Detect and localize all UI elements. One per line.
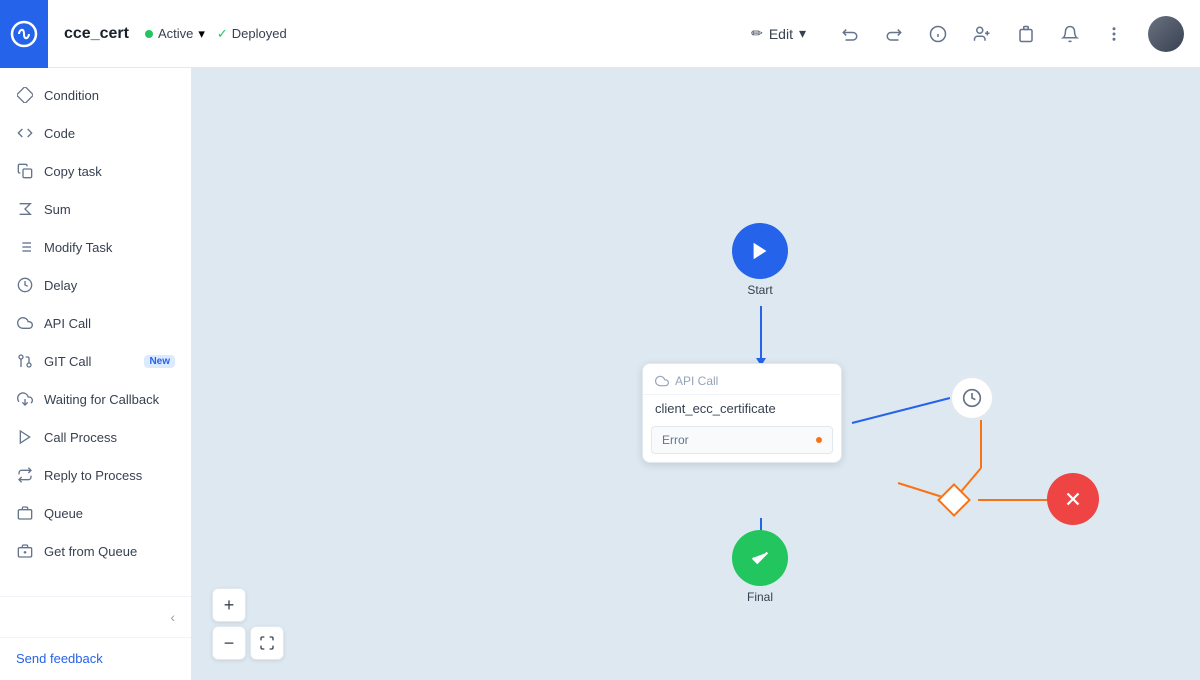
sidebar-item-sum[interactable]: Sum: [0, 190, 191, 228]
deployed-badge: ✓ Deployed: [217, 26, 287, 42]
app-title: cce_cert: [64, 25, 129, 43]
sidebar-item-label: Condition: [44, 88, 175, 103]
edit-icon: ✏: [751, 25, 763, 42]
sidebar-item-label: Get from Queue: [44, 544, 175, 559]
sidebar-item-label: Copy task: [44, 164, 175, 179]
modify-icon: [16, 238, 34, 256]
sidebar-items: Condition Code Copy task Sum: [0, 68, 191, 596]
new-badge: New: [144, 355, 175, 368]
git-call-icon: [16, 352, 34, 370]
code-icon: [16, 124, 34, 142]
sidebar-item-reply-process[interactable]: Reply to Process: [0, 456, 191, 494]
avatar[interactable]: [1148, 16, 1184, 52]
zoom-controls: + −: [212, 588, 284, 660]
copy-icon: [16, 162, 34, 180]
undo-button[interactable]: [832, 16, 868, 52]
zoom-in-button[interactable]: +: [212, 588, 246, 622]
sidebar-item-git-call[interactable]: GIT Call New: [0, 342, 191, 380]
redo-button[interactable]: [876, 16, 912, 52]
active-chevron: ▾: [198, 26, 205, 42]
queue-icon: [16, 504, 34, 522]
sidebar-item-label: GIT Call: [44, 354, 134, 369]
sidebar-item-condition[interactable]: Condition: [0, 76, 191, 114]
header-actions: [832, 16, 1184, 52]
start-label: Start: [747, 283, 772, 297]
sidebar-item-queue[interactable]: Queue: [0, 494, 191, 532]
active-label: Active: [158, 26, 193, 41]
start-node[interactable]: Start: [732, 223, 788, 297]
canvas[interactable]: Start API Call client_ecc_certificate Er…: [192, 68, 1200, 680]
edit-button[interactable]: ✏ Edit ▾: [741, 19, 816, 48]
error-circle-node[interactable]: [1047, 473, 1099, 525]
reply-process-icon: [16, 466, 34, 484]
send-feedback-link[interactable]: Send feedback: [16, 651, 103, 666]
avatar-image: [1148, 16, 1184, 52]
api-call-icon: [16, 314, 34, 332]
start-circle[interactable]: [732, 223, 788, 279]
api-call-error: Error: [651, 426, 833, 454]
api-call-node[interactable]: API Call client_ecc_certificate Error: [642, 363, 842, 463]
condition-icon: [16, 86, 34, 104]
active-badge[interactable]: Active ▾: [145, 26, 205, 42]
error-dot: [816, 437, 822, 443]
clock-node[interactable]: [950, 376, 994, 420]
sidebar-item-label: API Call: [44, 316, 175, 331]
sidebar-item-label: Call Process: [44, 430, 175, 445]
sidebar-item-call-process[interactable]: Call Process: [0, 418, 191, 456]
zoom-fit-button[interactable]: [250, 626, 284, 660]
edit-label: Edit: [769, 26, 793, 42]
main-layout: Condition Code Copy task Sum: [0, 68, 1200, 680]
more-button[interactable]: [1096, 16, 1132, 52]
status-badges: Active ▾ ✓ Deployed: [145, 26, 287, 42]
deployed-check: ✓: [217, 26, 228, 42]
sidebar-item-label: Queue: [44, 506, 175, 521]
get-queue-icon: [16, 542, 34, 560]
sidebar-item-label: Modify Task: [44, 240, 175, 255]
sidebar-item-get-queue[interactable]: Get from Queue: [0, 532, 191, 570]
sidebar-item-api-call[interactable]: API Call: [0, 304, 191, 342]
edit-chevron: ▾: [799, 25, 806, 42]
add-user-button[interactable]: [964, 16, 1000, 52]
header: cce_cert Active ▾ ✓ Deployed ✏ Edit ▾: [0, 0, 1200, 68]
sum-icon: [16, 200, 34, 218]
sidebar: Condition Code Copy task Sum: [0, 68, 192, 680]
deployed-label: Deployed: [232, 26, 287, 41]
api-call-header: API Call: [643, 364, 841, 395]
call-process-icon: [16, 428, 34, 446]
collapse-button[interactable]: ‹: [162, 605, 183, 629]
final-node[interactable]: Final: [732, 530, 788, 604]
error-label: Error: [662, 433, 689, 447]
active-dot: [145, 30, 153, 38]
delay-icon: [16, 276, 34, 294]
sidebar-collapse: ‹: [0, 596, 191, 637]
zoom-row: −: [212, 626, 284, 660]
sidebar-item-label: Reply to Process: [44, 468, 175, 483]
final-circle[interactable]: [732, 530, 788, 586]
sidebar-item-delay[interactable]: Delay: [0, 266, 191, 304]
bell-button[interactable]: [1052, 16, 1088, 52]
sidebar-item-modify-task[interactable]: Modify Task: [0, 228, 191, 266]
sidebar-item-code[interactable]: Code: [0, 114, 191, 152]
waiting-callback-icon: [16, 390, 34, 408]
sidebar-item-label: Waiting for Callback: [44, 392, 175, 407]
sidebar-item-copy-task[interactable]: Copy task: [0, 152, 191, 190]
diamond-node[interactable]: [937, 483, 971, 517]
zoom-out-button[interactable]: −: [212, 626, 246, 660]
sidebar-item-label: Delay: [44, 278, 175, 293]
api-call-type: API Call: [675, 374, 718, 388]
sidebar-item-waiting-callback[interactable]: Waiting for Callback: [0, 380, 191, 418]
info-button[interactable]: [920, 16, 956, 52]
logo: [0, 0, 48, 68]
clipboard-button[interactable]: [1008, 16, 1044, 52]
sidebar-footer: Send feedback: [0, 637, 191, 680]
final-label: Final: [747, 590, 773, 604]
sidebar-item-label: Sum: [44, 202, 175, 217]
api-call-title: client_ecc_certificate: [643, 395, 841, 422]
sidebar-item-label: Code: [44, 126, 175, 141]
